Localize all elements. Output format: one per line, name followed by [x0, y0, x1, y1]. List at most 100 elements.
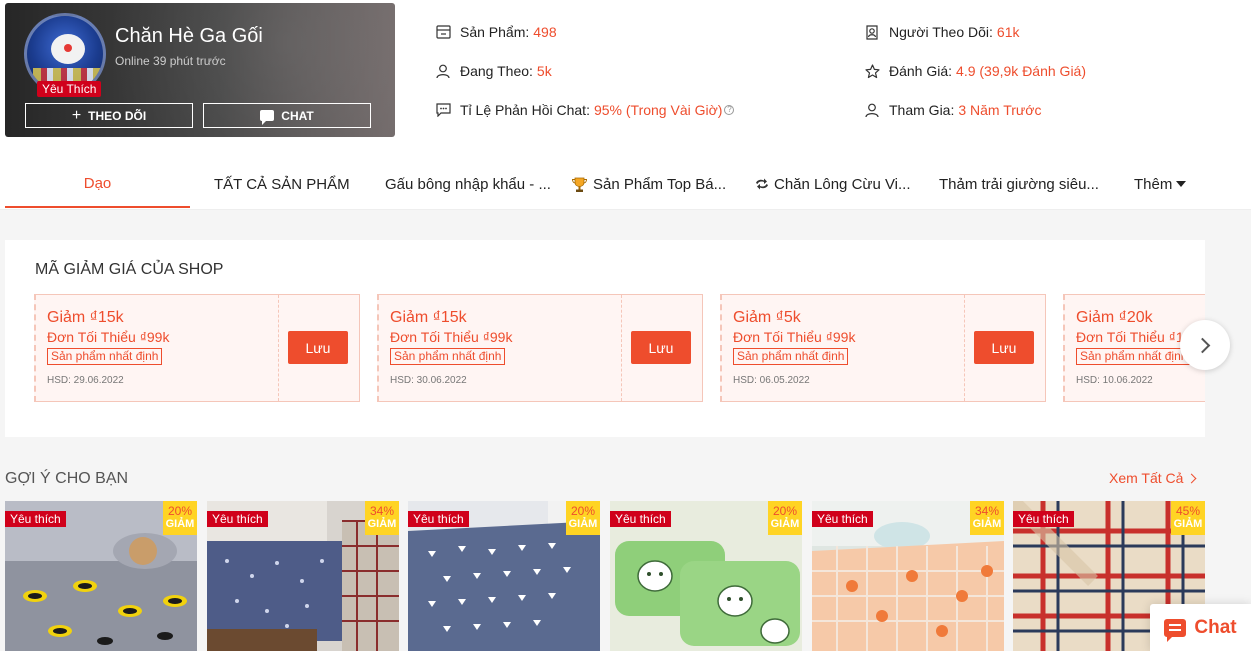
voucher-save-button[interactable]: Lưu — [288, 331, 348, 364]
product-favorite-badge: Yêu thích — [207, 511, 268, 527]
voucher-scope-tag: Sản phẩm nhất định — [733, 348, 849, 365]
tab-dao[interactable]: Dạo — [5, 160, 190, 208]
stat-joined-label: Tham Gia: — [889, 102, 955, 118]
voucher-next-button[interactable] — [1180, 320, 1230, 370]
discount-label: GIẢM — [1173, 518, 1203, 530]
trophy-icon — [571, 176, 588, 193]
voucher-card: Giảm ₫15k Đơn Tối Thiểu ₫99k Sản phẩm nh… — [34, 294, 360, 402]
tab-label: Dạo — [83, 174, 112, 192]
discount-percent: 34% — [369, 504, 395, 518]
product-favorite-badge: Yêu thích — [610, 511, 671, 527]
voucher-separator — [621, 295, 622, 401]
caret-down-icon — [1176, 181, 1187, 187]
discount-percent: 45% — [1175, 504, 1201, 518]
discount-label: GIẢM — [770, 518, 800, 530]
chat-dots-icon — [435, 102, 451, 118]
stat-joined-value: 3 Năm Trước — [958, 102, 1042, 118]
tab-label: Thêm — [1134, 175, 1173, 193]
floating-chat-button[interactable]: Chat — [1150, 604, 1251, 651]
chat-button[interactable]: CHAT — [203, 103, 371, 128]
help-icon[interactable]: ? — [724, 105, 735, 115]
tabs-divider — [0, 209, 1251, 210]
shop-header: Yêu Thích Chăn Hè Ga Gối Online 39 phút … — [0, 0, 1251, 210]
chat-button-label: CHAT — [281, 108, 314, 123]
voucher-separator — [278, 295, 279, 401]
discount-percent: 20% — [772, 504, 798, 518]
stat-response-rate: Tỉ Lệ Phản Hồi Chat: 95% (Trong Vài Giờ)… — [435, 102, 735, 118]
plus-icon: + — [71, 106, 82, 124]
discount-label: GIẢM — [972, 518, 1002, 530]
suggestions-title: GỢI Ý CHO BẠN — [5, 470, 129, 487]
tab-bed-mattress-cover[interactable]: Thảm trải giường siêu... — [939, 160, 1114, 208]
voucher-amount: Giảm ₫20k — [1076, 309, 1153, 326]
stat-response-value: 95% (Trong Vài Giờ) — [593, 102, 723, 118]
stat-products: Sản Phẩm: 498 — [435, 24, 557, 40]
voucher-card: Giảm ₫5k Đơn Tối Thiểu ₫99k Sản phẩm nhấ… — [720, 294, 1046, 402]
tab-label: Gấu bông nhập khẩu - ... — [385, 175, 551, 193]
discount-percent: 20% — [167, 504, 193, 518]
voucher-amount: Giảm ₫5k — [733, 309, 801, 326]
swap-arrows-icon — [755, 178, 769, 190]
shop-name: Chăn Hè Ga Gối — [115, 25, 263, 47]
voucher-info: Giảm ₫15k Đơn Tối Thiểu ₫99k Sản phẩm nh… — [390, 309, 512, 386]
voucher-amount: Giảm ₫15k — [390, 309, 467, 326]
voucher-save-button[interactable]: Lưu — [974, 331, 1034, 364]
tab-more[interactable]: Thêm — [1134, 160, 1200, 208]
follow-button-label: THEO DÕI — [88, 108, 147, 123]
followers-icon — [864, 24, 880, 40]
chat-bubble-icon — [1164, 618, 1187, 642]
store-icon — [435, 24, 451, 40]
stat-rating: Đánh Giá: 4.9 (39,9k Đánh Giá) — [864, 63, 1086, 79]
product-favorite-badge: Yêu thích — [408, 511, 469, 527]
stat-rating-value: 4.9 (39,9k Đánh Giá) — [956, 63, 1087, 79]
stat-rating-label: Đánh Giá: — [889, 63, 953, 79]
chevron-right-icon — [1194, 337, 1211, 353]
stat-following: Đang Theo: 5k — [435, 63, 552, 79]
voucher-save-button[interactable]: Lưu — [631, 331, 691, 364]
tab-all-products[interactable]: TẤT CẢ SẢN PHẨM — [214, 160, 364, 208]
see-all-link[interactable]: Xem Tất Cả — [1109, 470, 1195, 486]
discount-label: GIẢM — [165, 518, 195, 530]
voucher-minimum: Đơn Tối Thiểu ₫99k — [47, 329, 170, 345]
voucher-separator — [964, 295, 965, 401]
voucher-info: Giảm ₫20k Đơn Tối Thiểu ₫1 Sản phẩm nhất… — [1076, 309, 1192, 386]
product-card[interactable]: Yêu thích 20% GIẢM — [610, 501, 802, 651]
discount-label: GIẢM — [367, 518, 397, 530]
stat-followers-value: 61k — [996, 24, 1020, 40]
voucher-card: Giảm ₫15k Đơn Tối Thiểu ₫99k Sản phẩm nh… — [377, 294, 703, 402]
discount-label: GIẢM — [568, 518, 598, 530]
chat-bubble-icon — [260, 110, 275, 125]
tab-top-products[interactable]: Sản Phẩm Top Bá... — [571, 160, 739, 208]
voucher-panel: MÃ GIẢM GIÁ CỦA SHOP Giảm ₫15k Đơn Tối T… — [5, 240, 1205, 437]
voucher-info: Giảm ₫5k Đơn Tối Thiểu ₫99k Sản phẩm nhấ… — [733, 309, 855, 386]
tab-lamb-wool-blanket[interactable]: Chăn Lông Cừu Vi... — [755, 160, 925, 208]
stat-following-value: 5k — [536, 63, 552, 79]
user-icon — [864, 102, 880, 118]
product-discount-badge: 20% GIẢM — [768, 501, 802, 535]
product-card[interactable]: Yêu thích 20% GIẢM — [408, 501, 600, 651]
favorite-badge: Yêu Thích — [37, 81, 102, 97]
voucher-scope-tag: Sản phẩm nhất định — [47, 348, 163, 365]
tab-label: Thảm trải giường siêu... — [939, 175, 1099, 193]
product-discount-badge: 45% GIẢM — [1171, 501, 1205, 535]
avatar-mascot-icon — [51, 34, 85, 64]
product-card[interactable]: Yêu thích 20% GIẢM — [5, 501, 197, 651]
stat-followers: Người Theo Dõi: 61k — [864, 24, 1019, 40]
stat-following-label: Đang Theo: — [460, 63, 533, 79]
product-card[interactable]: Yêu thích 34% GIẢM — [207, 501, 399, 651]
tab-label: Chăn Lông Cừu Vi... — [774, 175, 911, 193]
stat-products-value: 498 — [533, 24, 557, 40]
shop-card: Yêu Thích Chăn Hè Ga Gối Online 39 phút … — [5, 3, 395, 137]
star-icon — [864, 63, 880, 79]
tab-imported-plush[interactable]: Gấu bông nhập khẩu - ... — [385, 160, 553, 208]
stat-products-label: Sản Phẩm: — [460, 24, 530, 40]
voucher-minimum: Đơn Tối Thiểu ₫99k — [733, 329, 856, 345]
follow-button[interactable]: + THEO DÕI — [25, 103, 193, 128]
product-discount-badge: 20% GIẢM — [566, 501, 600, 535]
voucher-info: Giảm ₫15k Đơn Tối Thiểu ₫99k Sản phẩm nh… — [47, 309, 169, 386]
voucher-scope-tag: Sản phẩm nhất định — [390, 348, 506, 365]
product-card[interactable]: Yêu thích 34% GIẢM — [812, 501, 1004, 651]
tab-label: TẤT CẢ SẢN PHẨM — [214, 175, 350, 193]
floating-chat-label: Chat — [1194, 616, 1237, 638]
voucher-expiry: HSD: 10.06.2022 — [1076, 375, 1153, 386]
